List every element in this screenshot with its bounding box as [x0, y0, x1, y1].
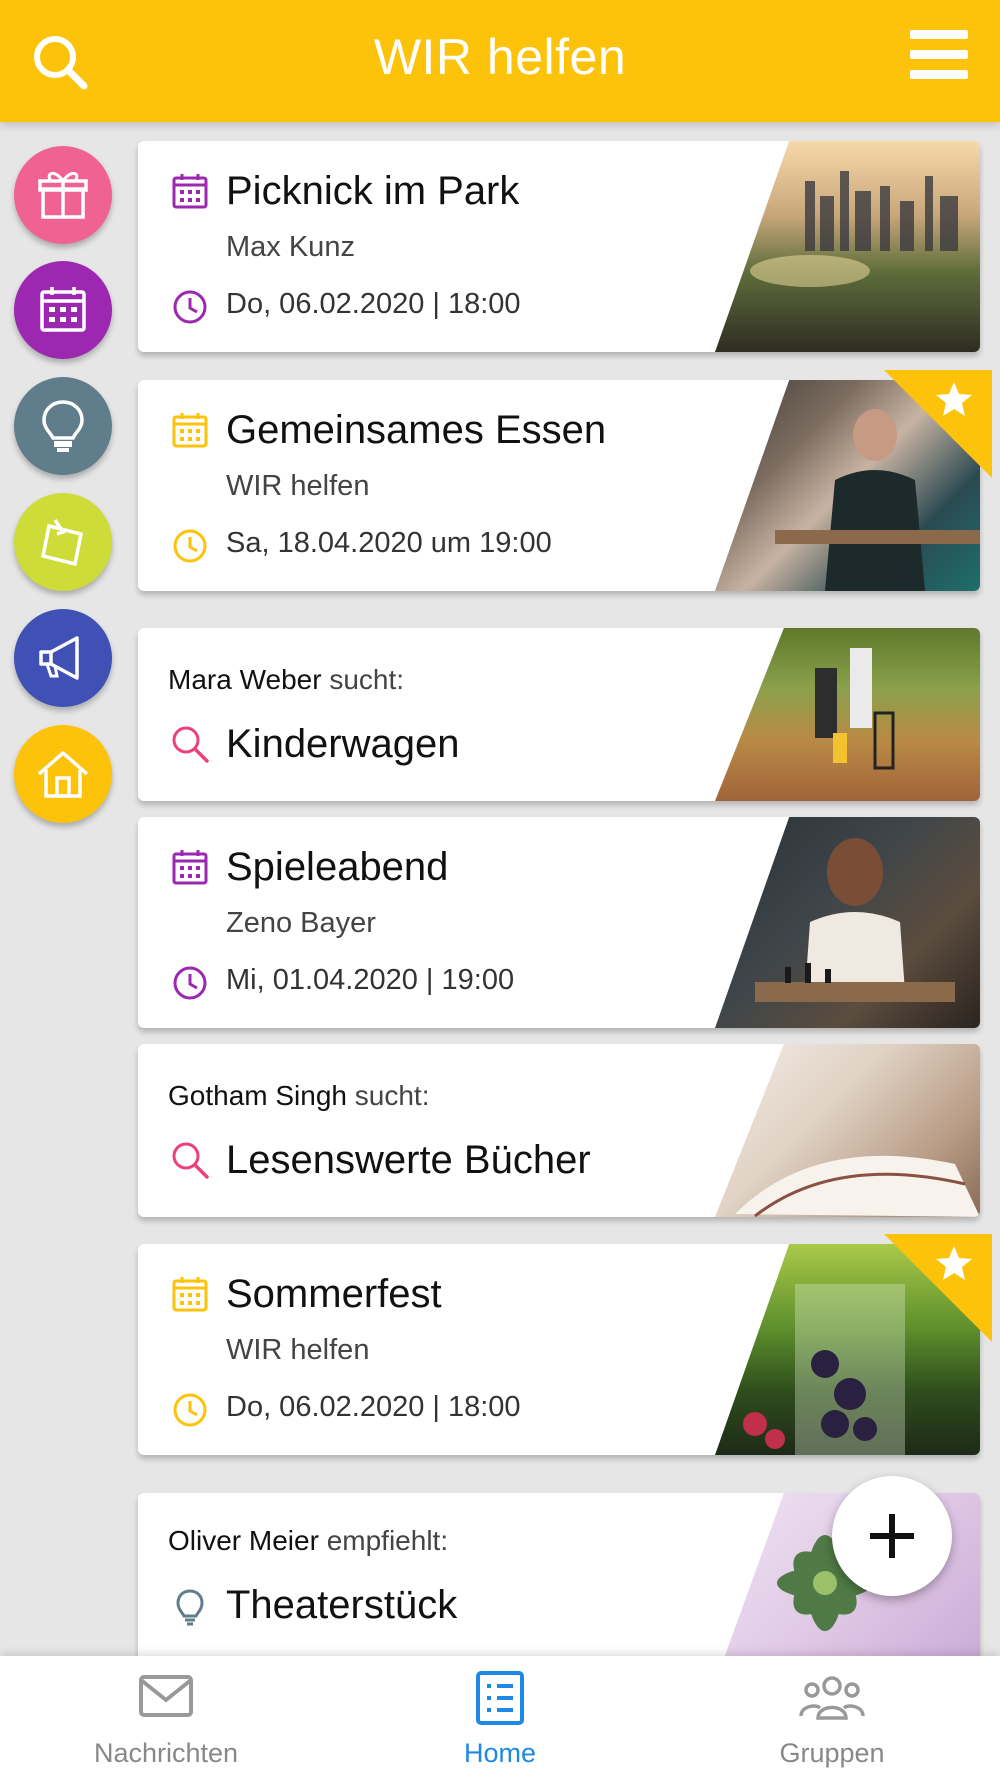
- author-name: Mara Weber: [168, 664, 322, 695]
- event-title: Spieleabend: [226, 845, 449, 889]
- recommend-title: Theaterstück: [226, 1583, 458, 1627]
- event-title: Picknick im Park: [226, 169, 520, 213]
- search-photo-family: [715, 628, 980, 801]
- event-title: Sommerfest: [226, 1272, 442, 1316]
- clock-icon: [173, 1393, 207, 1427]
- category-events-button[interactable]: [14, 261, 112, 359]
- add-button[interactable]: [832, 1476, 952, 1596]
- search-author-line: Gotham Singh sucht:: [168, 1080, 429, 1112]
- event-title: Gemeinsames Essen: [226, 408, 607, 452]
- calendar-icon: [172, 850, 208, 885]
- search-icon: [172, 1142, 209, 1179]
- event-date: Sa, 18.04.2020 um 19:00: [226, 527, 552, 559]
- author-name: Oliver Meier: [168, 1525, 319, 1556]
- feed-card-event[interactable]: Sommerfest WIR helfen Do, 06.02.2020 | 1…: [138, 1234, 992, 1455]
- nav-label: Gruppen: [779, 1738, 885, 1768]
- category-announcements-button[interactable]: [14, 609, 112, 707]
- mail-icon: [139, 1675, 193, 1717]
- hamburger-icon: [910, 30, 968, 39]
- nav-item-home[interactable]: Home: [390, 1656, 610, 1778]
- author-name: Gotham Singh: [168, 1080, 347, 1111]
- author-verb: empfiehlt:: [326, 1525, 449, 1556]
- recommend-author-line: Oliver Meier empfiehlt:: [168, 1525, 448, 1557]
- category-ideas-button[interactable]: [14, 377, 112, 475]
- event-host: WIR helfen: [226, 470, 370, 502]
- event-host: Zeno Bayer: [226, 907, 376, 939]
- calendar-icon: [40, 287, 86, 332]
- search-icon: [172, 726, 209, 763]
- bottom-navigation: Nachrichten Home Gruppen: [0, 1656, 1000, 1778]
- group-icon: [799, 1676, 865, 1720]
- author-verb: sucht:: [354, 1080, 430, 1111]
- app-header: WIR helfen: [0, 0, 1000, 122]
- search-author-line: Mara Weber sucht:: [168, 664, 404, 696]
- feed-card-event[interactable]: Spieleabend Zeno Bayer Mi, 01.04.2020 | …: [138, 817, 980, 1028]
- category-notes-button[interactable]: [14, 493, 112, 591]
- feed-card-search[interactable]: Gotham Singh sucht: Lesenswerte Bücher: [138, 1044, 980, 1217]
- event-photo-chess: [715, 817, 980, 1028]
- calendar-icon: [172, 174, 208, 209]
- feed-card-event[interactable]: Picknick im Park Max Kunz Do, 06.02.2020…: [138, 141, 980, 352]
- event-host: WIR helfen: [226, 1334, 370, 1366]
- event-date: Do, 06.02.2020 | 18:00: [226, 288, 521, 320]
- plus-icon: [870, 1514, 914, 1558]
- nav-label: Home: [463, 1738, 537, 1768]
- calendar-icon: [172, 1277, 208, 1312]
- home-icon: [37, 751, 89, 798]
- search-title: Kinderwagen: [226, 722, 460, 766]
- clock-icon: [173, 966, 207, 1000]
- lightbulb-icon: [42, 400, 84, 452]
- favorite-ribbon: [884, 370, 992, 478]
- event-host: Max Kunz: [226, 231, 355, 263]
- nav-item-messages[interactable]: Nachrichten: [56, 1656, 276, 1778]
- note-icon: [40, 519, 84, 567]
- favorite-ribbon: [884, 1234, 992, 1342]
- event-date: Do, 06.02.2020 | 18:00: [226, 1391, 521, 1423]
- nav-item-groups[interactable]: Gruppen: [722, 1656, 942, 1778]
- search-photo-book: [715, 1044, 980, 1217]
- gift-icon: [38, 172, 88, 219]
- feed-card-event[interactable]: Gemeinsames Essen WIR helfen Sa, 18.04.2…: [138, 370, 992, 591]
- list-icon: [476, 1671, 524, 1725]
- megaphone-icon: [39, 636, 79, 680]
- category-home-button[interactable]: [14, 725, 112, 823]
- calendar-icon: [172, 413, 208, 448]
- menu-button[interactable]: [910, 30, 968, 80]
- lightbulb-icon: [176, 1589, 204, 1626]
- feed-card-search[interactable]: Mara Weber sucht: Kinderwagen: [138, 628, 980, 801]
- search-title: Lesenswerte Bücher: [226, 1138, 591, 1182]
- category-gifts-button[interactable]: [14, 146, 112, 244]
- event-photo-park: [715, 141, 980, 352]
- event-date: Mi, 01.04.2020 | 19:00: [226, 964, 515, 996]
- clock-icon: [173, 290, 207, 324]
- clock-icon: [173, 529, 207, 563]
- app-title: WIR helfen: [373, 29, 627, 85]
- author-verb: sucht:: [329, 664, 405, 695]
- nav-label: Nachrichten: [93, 1738, 239, 1768]
